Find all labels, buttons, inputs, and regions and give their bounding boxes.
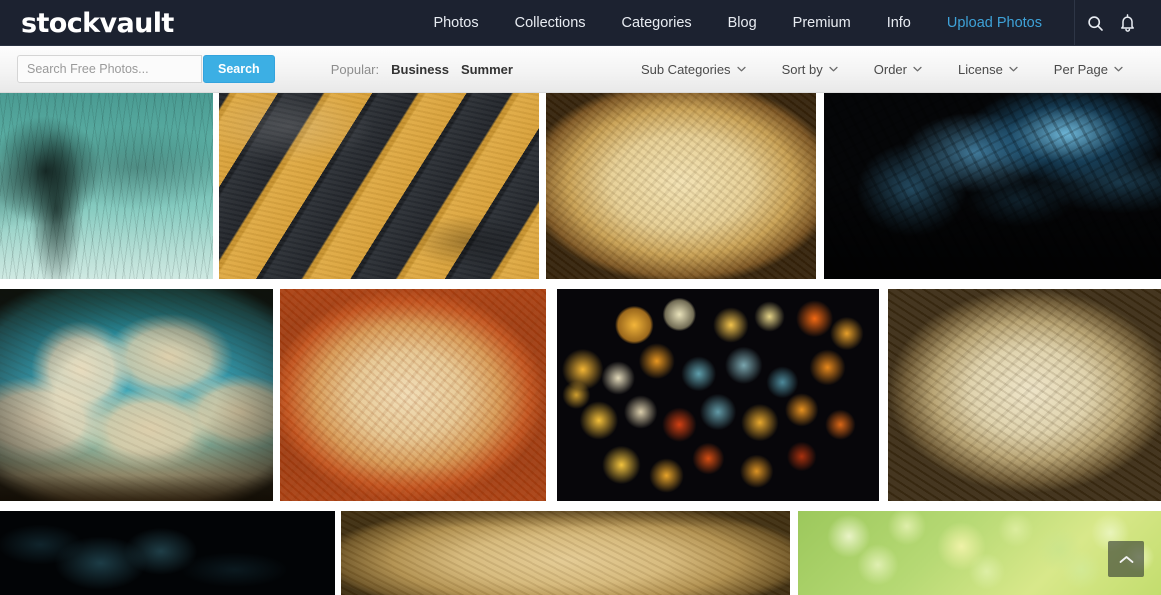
primary-nav-links: Photos Collections Categories Blog Premi… <box>415 0 1161 46</box>
top-navigation-bar: stockvault Photos Collections Categories… <box>0 0 1161 46</box>
filter-per-page[interactable]: Per Page <box>1036 62 1141 77</box>
site-logo[interactable]: stockvault <box>21 10 174 37</box>
search-and-filter-bar: Search Popular: Business Summer Sub Cate… <box>0 46 1161 93</box>
bell-icon[interactable] <box>1111 0 1143 46</box>
popular-tag-business[interactable]: Business <box>391 62 449 77</box>
photo-thumb-8[interactable] <box>888 289 1161 501</box>
photo-thumb-2[interactable] <box>219 93 539 279</box>
photo-image <box>546 93 816 279</box>
photo-thumb-9[interactable] <box>0 511 335 595</box>
popular-label: Popular: <box>330 61 380 77</box>
search-input[interactable] <box>17 55 202 83</box>
chevron-down-icon <box>913 66 922 72</box>
chevron-down-icon <box>829 66 838 72</box>
chevron-up-icon <box>1119 555 1133 563</box>
filter-order[interactable]: Order <box>856 62 940 77</box>
photo-image <box>0 511 335 595</box>
back-to-top-button[interactable] <box>1108 541 1144 577</box>
search-icon[interactable] <box>1079 0 1111 46</box>
popular-tag-summer[interactable]: Summer <box>461 62 513 77</box>
filter-sub-categories[interactable]: Sub Categories <box>623 62 764 77</box>
nav-divider <box>1074 0 1075 46</box>
photo-thumb-3[interactable] <box>546 93 816 279</box>
filter-sort-by-label: Sort by <box>781 61 823 77</box>
photo-image <box>557 289 879 501</box>
photo-thumb-1[interactable] <box>0 93 213 279</box>
filter-per-page-label: Per Page <box>1053 61 1108 77</box>
chevron-down-icon <box>1009 66 1018 72</box>
popular-tags: Popular: Business Summer <box>331 62 513 77</box>
chevron-down-icon <box>1114 66 1123 72</box>
photo-results-grid <box>0 93 1161 595</box>
nav-link-premium[interactable]: Premium <box>775 0 869 46</box>
nav-link-blog[interactable]: Blog <box>710 0 775 46</box>
photo-image <box>798 511 1161 595</box>
filter-sort-by[interactable]: Sort by <box>764 62 856 77</box>
chevron-down-icon <box>736 66 746 72</box>
photo-image <box>824 93 1161 279</box>
nav-link-photos[interactable]: Photos <box>415 0 496 46</box>
photo-image <box>888 289 1161 501</box>
filter-license-label: License <box>957 61 1003 77</box>
photo-thumb-4[interactable] <box>824 93 1161 279</box>
photo-image <box>280 289 546 501</box>
search-button[interactable]: Search <box>203 55 275 83</box>
photo-image <box>219 93 539 279</box>
photo-thumb-10[interactable] <box>341 511 790 595</box>
nav-link-collections[interactable]: Collections <box>497 0 604 46</box>
nav-link-categories[interactable]: Categories <box>604 0 710 46</box>
photo-thumb-5[interactable] <box>0 289 273 501</box>
filter-license[interactable]: License <box>940 62 1036 77</box>
photo-image <box>0 93 213 279</box>
photo-image <box>0 289 273 501</box>
filter-order-label: Order <box>873 61 907 77</box>
nav-link-info[interactable]: Info <box>869 0 929 46</box>
filter-dropdown-group: Sub Categories Sort by Order License Per… <box>623 62 1161 77</box>
nav-icon-group <box>1079 0 1161 46</box>
photo-image <box>341 511 790 595</box>
photo-thumb-7[interactable] <box>557 289 879 501</box>
photo-thumb-11[interactable] <box>798 511 1161 595</box>
filter-sub-categories-label: Sub Categories <box>640 61 731 77</box>
nav-link-upload[interactable]: Upload Photos <box>929 0 1060 46</box>
photo-thumb-6[interactable] <box>280 289 546 501</box>
